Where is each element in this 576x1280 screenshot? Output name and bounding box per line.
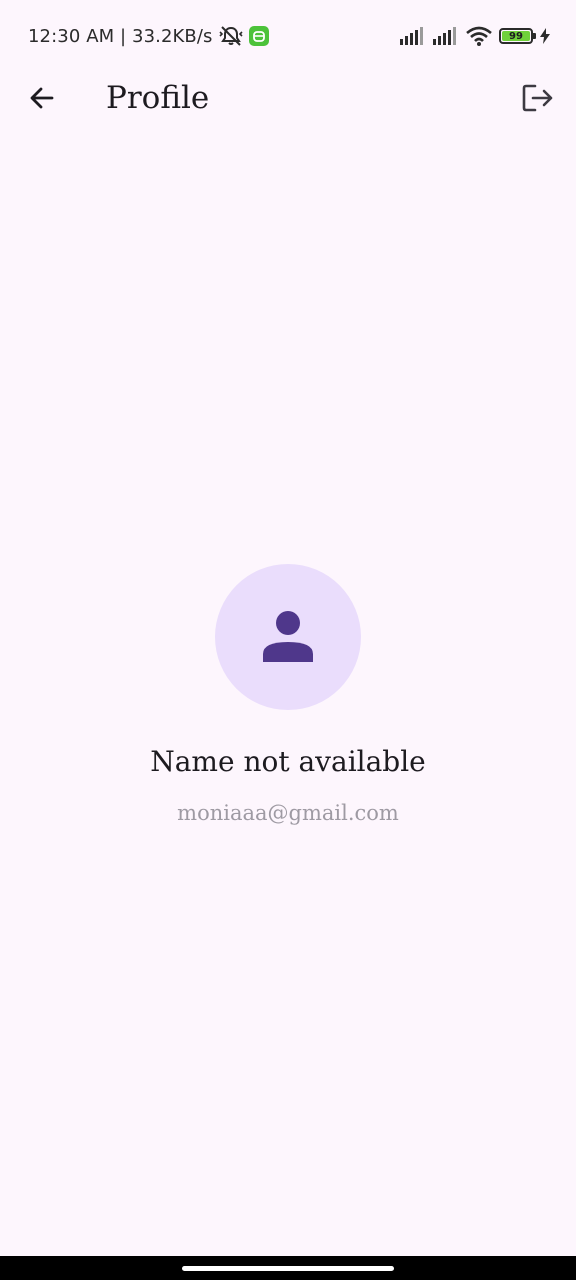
profile-name: Name not available bbox=[150, 745, 426, 778]
vibrate-off-icon bbox=[218, 25, 243, 47]
charging-icon bbox=[540, 28, 550, 44]
status-time-speed: 12:30 AM | 33.2KB/s bbox=[28, 25, 213, 47]
home-indicator[interactable] bbox=[182, 1266, 394, 1271]
logout-icon bbox=[522, 83, 554, 113]
signal-icon bbox=[433, 27, 459, 45]
battery-level: 99 bbox=[502, 31, 530, 42]
wifi-icon bbox=[466, 26, 492, 46]
logout-button[interactable] bbox=[516, 76, 560, 120]
app-notification-icon bbox=[248, 26, 269, 46]
arrow-back-icon bbox=[28, 84, 56, 112]
page-title: Profile bbox=[106, 80, 210, 116]
profile-email: moniaaa@gmail.com bbox=[177, 801, 399, 825]
status-right: 99 bbox=[400, 22, 550, 50]
navigation-bar bbox=[0, 1256, 576, 1280]
signal-icon bbox=[400, 27, 426, 45]
status-left: 12:30 AM | 33.2KB/s bbox=[28, 22, 269, 50]
battery-icon: 99 bbox=[499, 28, 536, 44]
person-icon bbox=[261, 610, 315, 664]
back-button[interactable] bbox=[20, 76, 64, 120]
top-app-bar: Profile bbox=[0, 70, 576, 126]
status-bar: 12:30 AM | 33.2KB/s 99 bbox=[0, 0, 576, 70]
avatar bbox=[215, 564, 361, 710]
